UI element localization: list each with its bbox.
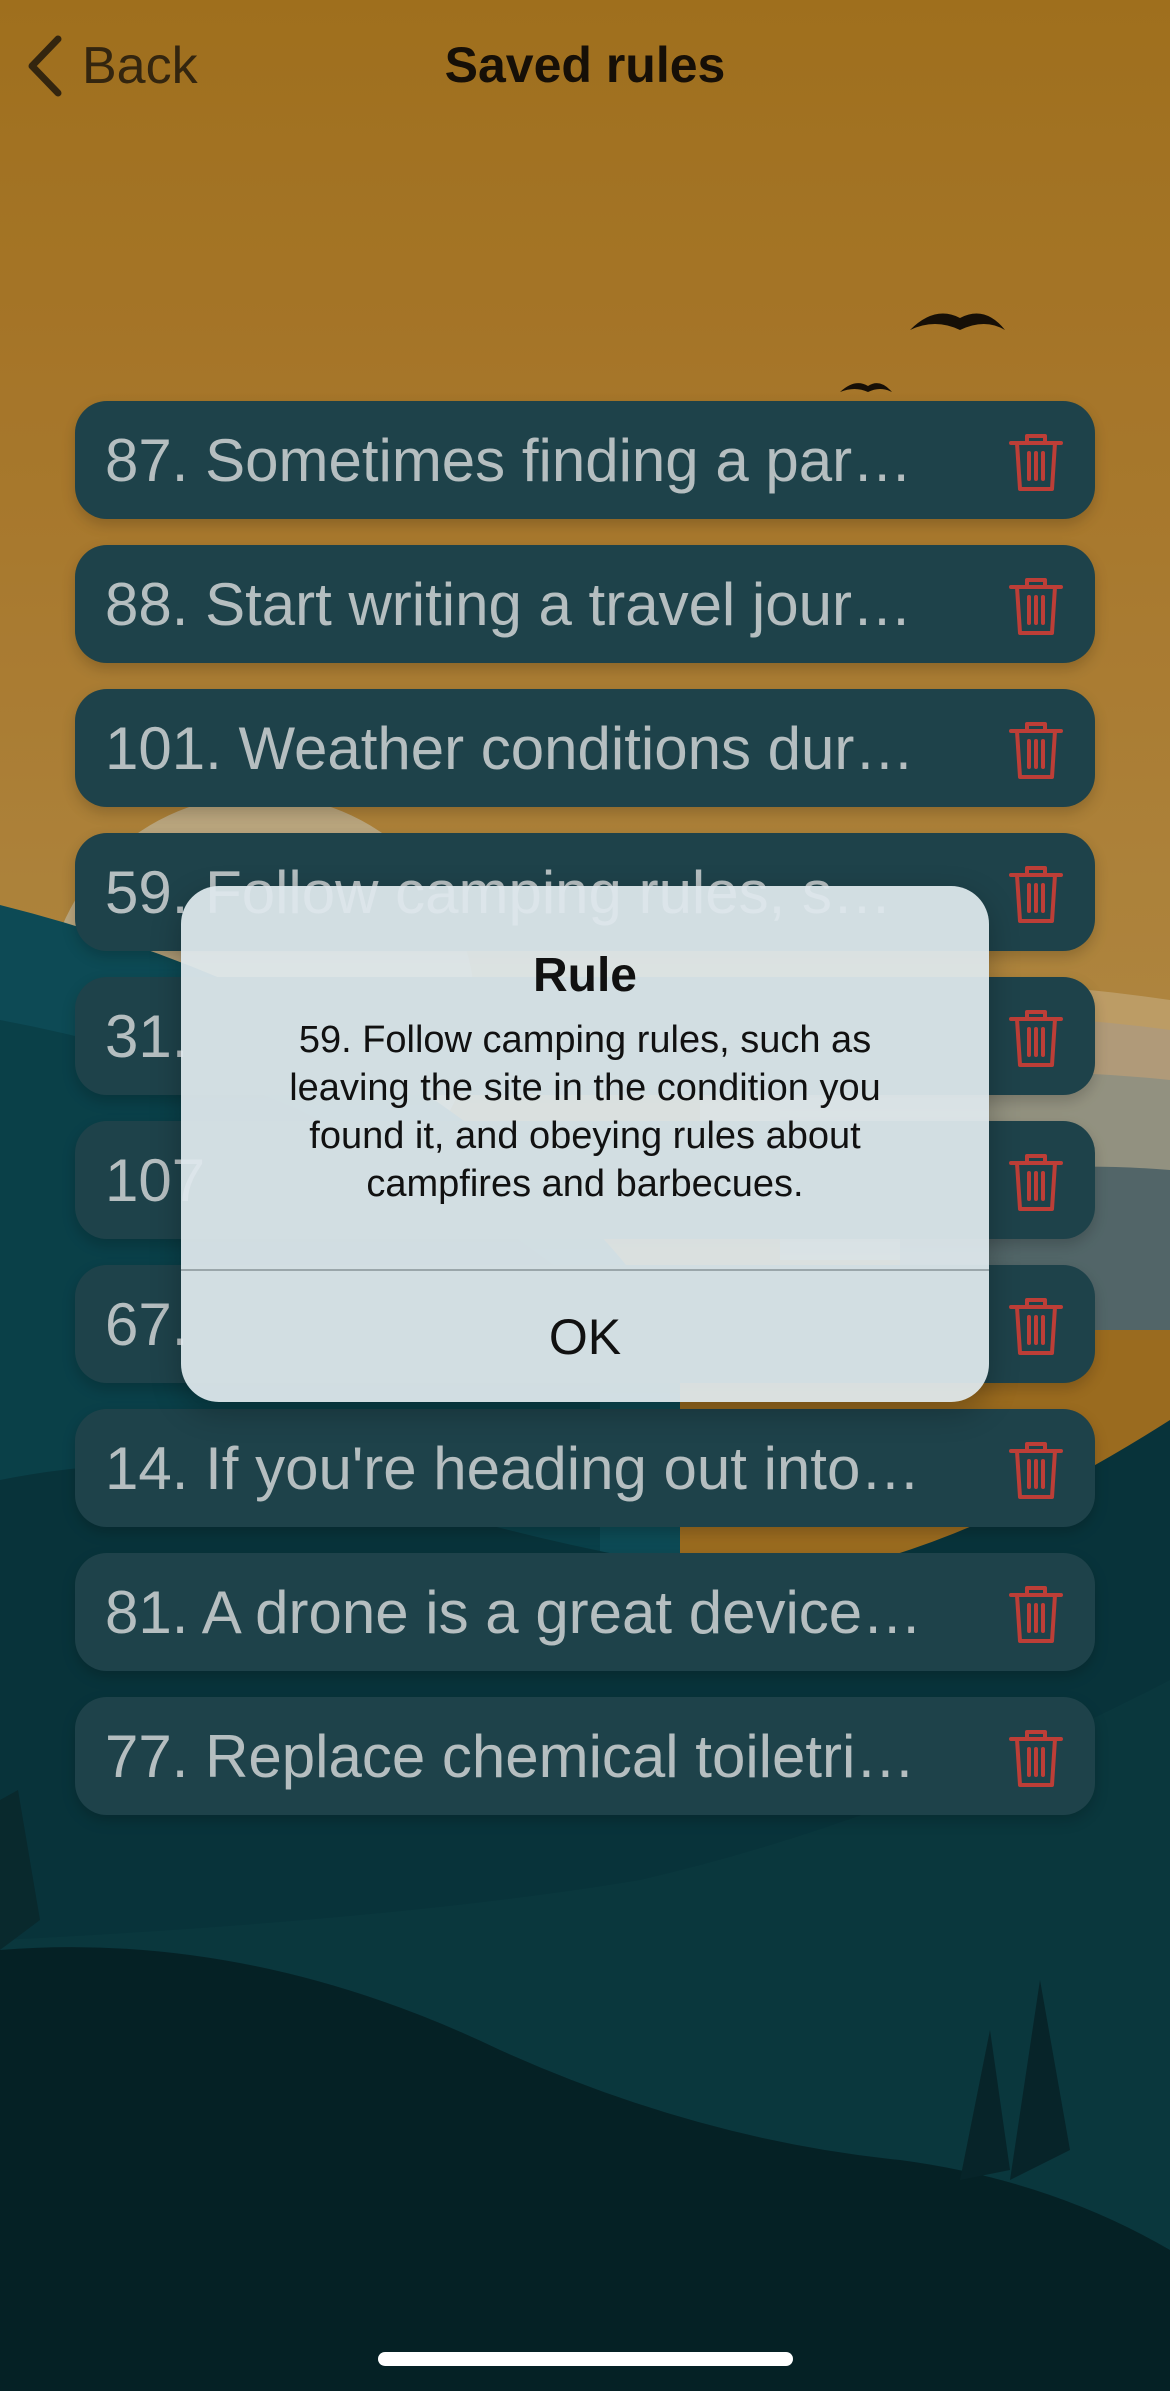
rule-alert-dialog: Rule 59. Follow camping rules, such as l…	[181, 886, 989, 1402]
home-indicator[interactable]	[378, 2352, 793, 2366]
dialog-title: Rule	[532, 949, 637, 1002]
dialog-message: 59. Follow camping rules, such as leavin…	[289, 1019, 881, 1205]
ok-button[interactable]: OK	[181, 1271, 989, 1402]
